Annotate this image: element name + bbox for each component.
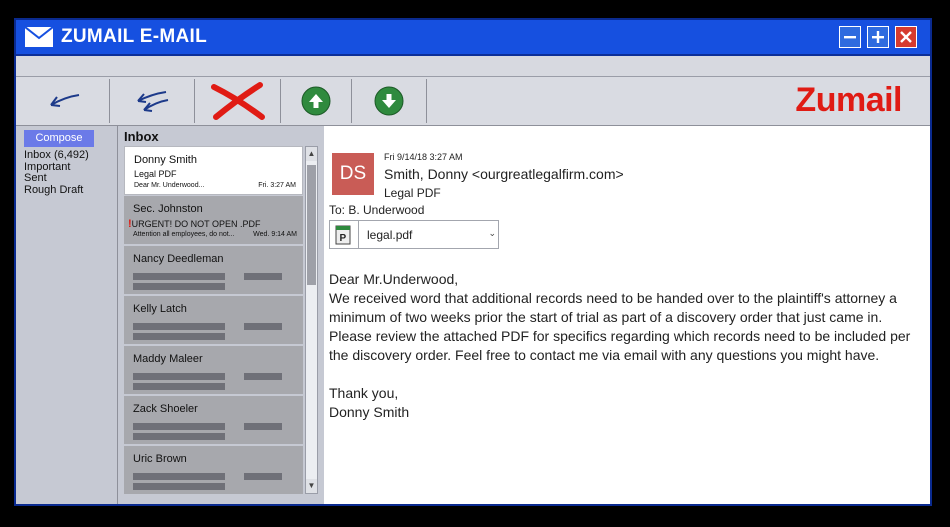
message-greeting: Dear Mr.Underwood, [329, 271, 459, 287]
item-sender: Donny Smith [134, 154, 197, 166]
close-icon[interactable] [895, 26, 917, 48]
inbox-title: Inbox [124, 129, 159, 144]
message-subject: Legal PDF [384, 186, 441, 200]
menu-bar [16, 56, 930, 77]
redacted-bar [133, 473, 225, 480]
folder-list: Inbox (6,492) Important Sent Rough Draft [24, 149, 89, 197]
message-signature: Donny Smith [329, 404, 410, 420]
chevron-down-icon[interactable]: ⌄ [488, 228, 496, 239]
item-sender: Nancy Deedleman [133, 253, 224, 265]
item-sender: Uric Brown [133, 453, 187, 465]
folder-rough-draft[interactable]: Rough Draft [24, 184, 89, 197]
reply-all-icon [137, 91, 169, 112]
redacted-bar [133, 423, 225, 430]
redacted-bar [133, 483, 225, 490]
attachment-filename: legal.pdf [367, 228, 413, 242]
message-recipient: To: B. Underwood [329, 203, 425, 217]
redacted-bar [133, 333, 225, 340]
delete-icon [210, 82, 265, 120]
maximize-icon[interactable] [867, 26, 889, 48]
message-list: Donny Smith Legal PDF Dear Mr. Underwood… [124, 146, 303, 494]
minimize-icon[interactable] [839, 26, 861, 48]
svg-text:P: P [340, 233, 347, 244]
reply-all-button[interactable] [110, 77, 194, 125]
item-subject: Legal PDF [134, 169, 177, 179]
inbox-pane: Inbox Donny Smith Legal PDF Dear Mr. Und… [117, 126, 325, 504]
item-sender: Zack Shoeler [133, 403, 198, 415]
list-item[interactable]: Donny Smith Legal PDF Dear Mr. Underwood… [124, 146, 303, 195]
scroll-down-icon[interactable]: ▼ [306, 479, 317, 493]
mail-icon [25, 27, 53, 47]
item-sender: Maddy Maleer [133, 353, 203, 365]
message-closing: Thank you, [329, 385, 399, 401]
redacted-bar [133, 383, 225, 390]
list-item[interactable]: Maddy Maleer [124, 346, 303, 395]
previous-message-button[interactable] [281, 77, 351, 125]
title-bar: ZUMAIL E-MAIL [16, 20, 930, 56]
message-body: Dear Mr.Underwood, We received word that… [329, 270, 914, 422]
redacted-bar [244, 273, 282, 280]
item-sender: Kelly Latch [133, 303, 187, 315]
reply-button[interactable] [16, 77, 109, 125]
item-time: Fri. 3:27 AM [258, 182, 296, 189]
redacted-bar [133, 283, 225, 290]
redacted-bar [244, 423, 282, 430]
window-title: ZUMAIL E-MAIL [61, 26, 208, 47]
email-window: ZUMAIL E-MAIL Zumail Compose Inbox (6,49… [16, 20, 930, 504]
pdf-icon: P [335, 225, 351, 245]
redacted-bar [244, 373, 282, 380]
folder-pane: Compose Inbox (6,492) Important Sent Rou… [16, 126, 116, 504]
list-item[interactable]: Uric Brown [124, 446, 303, 494]
message-text: We received word that additional records… [329, 290, 911, 363]
list-item[interactable]: Kelly Latch [124, 296, 303, 345]
reply-icon [49, 94, 79, 107]
item-time: Wed. 9:14 AM [253, 231, 297, 238]
toolbar: Zumail [16, 77, 930, 126]
redacted-bar [244, 473, 282, 480]
scroll-thumb[interactable] [307, 165, 316, 285]
redacted-bar [133, 373, 225, 380]
down-arrow-icon [374, 86, 404, 116]
item-preview: Dear Mr. Underwood... [134, 182, 205, 189]
reading-pane: DS Fri 9/14/18 3:27 AM Smith, Donny <our… [324, 126, 930, 504]
redacted-bar [133, 433, 225, 440]
delete-button[interactable] [195, 77, 280, 125]
item-preview: Attention all employees, do not... [133, 231, 235, 238]
item-sender: Sec. Johnston [133, 203, 203, 215]
folder-inbox[interactable]: Inbox (6,492) [24, 149, 89, 162]
redacted-bar [244, 323, 282, 330]
message-date: Fri 9/14/18 3:27 AM [384, 152, 463, 162]
item-subject-row: !URGENT! DO NOT OPEN .PDF [128, 218, 261, 230]
up-arrow-icon [301, 86, 331, 116]
list-item[interactable]: Nancy Deedleman [124, 246, 303, 295]
app-logo: Zumail [795, 81, 902, 119]
redacted-bar [133, 273, 225, 280]
inbox-scrollbar[interactable]: ▲ ▼ [305, 146, 318, 494]
list-item[interactable]: Sec. Johnston !URGENT! DO NOT OPEN .PDF … [124, 196, 303, 245]
avatar: DS [332, 153, 374, 195]
list-item[interactable]: Zack Shoeler [124, 396, 303, 445]
item-subject: URGENT! DO NOT OPEN .PDF [131, 219, 261, 229]
attachment-dropdown[interactable]: P legal.pdf ⌄ [329, 220, 499, 249]
compose-button[interactable]: Compose [24, 130, 94, 147]
next-message-button[interactable] [352, 77, 426, 125]
redacted-bar [133, 323, 225, 330]
scroll-up-icon[interactable]: ▲ [306, 147, 317, 161]
folder-sent[interactable]: Sent [24, 172, 89, 185]
message-sender: Smith, Donny <ourgreatlegalfirm.com> [384, 166, 624, 182]
